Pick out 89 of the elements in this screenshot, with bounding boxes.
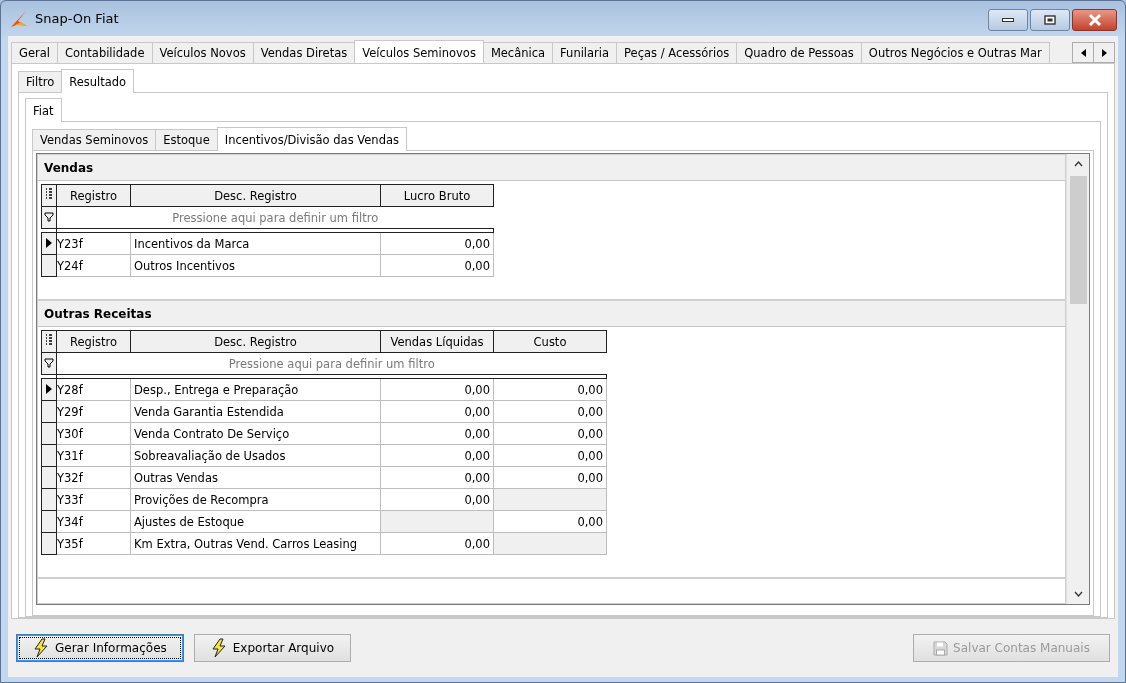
section-header: Outras Receitas <box>38 301 1065 327</box>
section-header: Vendas <box>38 155 1065 181</box>
row-indicator[interactable] <box>41 532 57 555</box>
table-cell: Y32f <box>56 466 131 489</box>
table-cell: Desp., Entrega e Preparação <box>130 378 381 401</box>
tab[interactable]: Geral <box>11 42 58 63</box>
table-cell: 0,00 <box>380 400 494 423</box>
filter-row[interactable]: Pressione aqui para definir um filtro <box>56 352 607 375</box>
scrollbar-thumb[interactable] <box>1069 176 1087 304</box>
vertical-scrollbar[interactable] <box>1066 154 1089 604</box>
maximize-button[interactable] <box>1030 9 1070 31</box>
table-cell: 0,00 <box>493 444 607 467</box>
tab[interactable]: Peças / Acessórios <box>616 42 738 63</box>
table-cell: 0,00 <box>380 488 494 511</box>
lightning-icon <box>210 638 228 658</box>
action-button[interactable]: Exportar Arquivo <box>193 634 352 662</box>
current-row-icon <box>46 237 52 248</box>
tab[interactable]: Resultado <box>61 69 135 93</box>
table-cell: 0,00 <box>493 466 607 489</box>
right-arrow-icon <box>1101 48 1107 57</box>
column-header[interactable]: Custo <box>493 330 607 353</box>
table-cell: Venda Garantia Estendida <box>130 400 381 423</box>
table-cell: Y28f <box>56 378 131 401</box>
table-cell: 0,00 <box>380 444 494 467</box>
column-header[interactable]: Vendas Líquidas <box>380 330 494 353</box>
table-cell: Ajustes de Estoque <box>130 510 381 533</box>
tab[interactable]: Filtro <box>18 71 63 92</box>
table-cell: 0,00 <box>380 466 494 489</box>
column-chooser-icon[interactable] <box>45 334 53 346</box>
tab[interactable]: Outros Negócios e Outras Mar <box>860 42 1050 63</box>
row-indicator[interactable] <box>41 466 57 489</box>
row-indicator[interactable] <box>41 254 57 277</box>
lightning-icon <box>33 638 50 658</box>
table-cell: Y30f <box>56 422 131 445</box>
table-cell: 0,00 <box>380 254 494 277</box>
table-cell: Y35f <box>56 532 131 555</box>
filter-icon <box>44 211 54 222</box>
tab[interactable]: Estoque <box>155 129 218 150</box>
table-cell: Venda Contrato De Serviço <box>130 422 381 445</box>
minimize-icon <box>1002 17 1014 23</box>
column-header[interactable]: Desc. Registro <box>130 184 381 207</box>
filter-icon <box>44 357 54 368</box>
tab[interactable]: Veículos Seminovos <box>354 40 484 63</box>
table-cell: 0,00 <box>380 378 494 401</box>
row-indicator[interactable] <box>41 400 57 423</box>
table-cell: 0,00 <box>493 378 607 401</box>
row-indicator[interactable] <box>41 444 57 467</box>
column-header[interactable]: Registro <box>56 184 131 207</box>
scroll-left-button[interactable] <box>1072 42 1094 63</box>
table-cell: Outras Vendas <box>130 466 381 489</box>
column-header[interactable]: Registro <box>56 330 131 353</box>
row-indicator[interactable] <box>41 378 57 401</box>
row-indicator[interactable] <box>41 510 57 533</box>
close-icon <box>1087 14 1102 26</box>
table-cell: Km Extra, Outras Vend. Carros Leasing <box>130 532 381 555</box>
table-cell: Y34f <box>56 510 131 533</box>
table-cell: Y29f <box>56 400 131 423</box>
table-cell: 0,00 <box>493 422 607 445</box>
column-header[interactable]: Desc. Registro <box>130 330 381 353</box>
table-cell: Incentivos da Marca <box>130 232 381 255</box>
table-cell: Y24f <box>56 254 131 277</box>
tab[interactable]: Fiat <box>25 98 62 122</box>
table-cell: Outros Incentivos <box>130 254 381 277</box>
close-button[interactable] <box>1072 9 1117 31</box>
table-cell: Y23f <box>56 232 131 255</box>
column-header[interactable]: Lucro Bruto <box>380 184 494 207</box>
row-indicator[interactable] <box>41 422 57 445</box>
action-button[interactable]: Gerar Informações <box>16 634 184 662</box>
maximize-icon <box>1044 15 1056 25</box>
window-title: Snap-On Fiat <box>35 11 119 26</box>
table-cell: Provições de Recompra <box>130 488 381 511</box>
column-chooser-icon[interactable] <box>45 188 53 200</box>
table-cell: 0,00 <box>380 532 494 555</box>
table-cell: 0,00 <box>380 422 494 445</box>
minimize-button[interactable] <box>988 9 1028 31</box>
table-cell: Sobreavaliação de Usados <box>130 444 381 467</box>
table-cell: 0,00 <box>493 510 607 533</box>
table-cell: Y31f <box>56 444 131 467</box>
left-arrow-icon <box>1080 48 1086 57</box>
tab[interactable]: Vendas Seminovos <box>32 129 157 150</box>
row-indicator[interactable] <box>41 232 57 255</box>
filter-row[interactable]: Pressione aqui para definir um filtro <box>56 206 494 229</box>
table-cell: Y33f <box>56 488 131 511</box>
table-cell: 0,00 <box>380 232 494 255</box>
current-row-icon <box>46 383 52 394</box>
table-cell: 0,00 <box>493 400 607 423</box>
row-indicator[interactable] <box>41 488 57 511</box>
tab[interactable]: Incentivos/Divisão das Vendas <box>216 127 407 151</box>
scroll-right-button[interactable] <box>1093 42 1115 63</box>
